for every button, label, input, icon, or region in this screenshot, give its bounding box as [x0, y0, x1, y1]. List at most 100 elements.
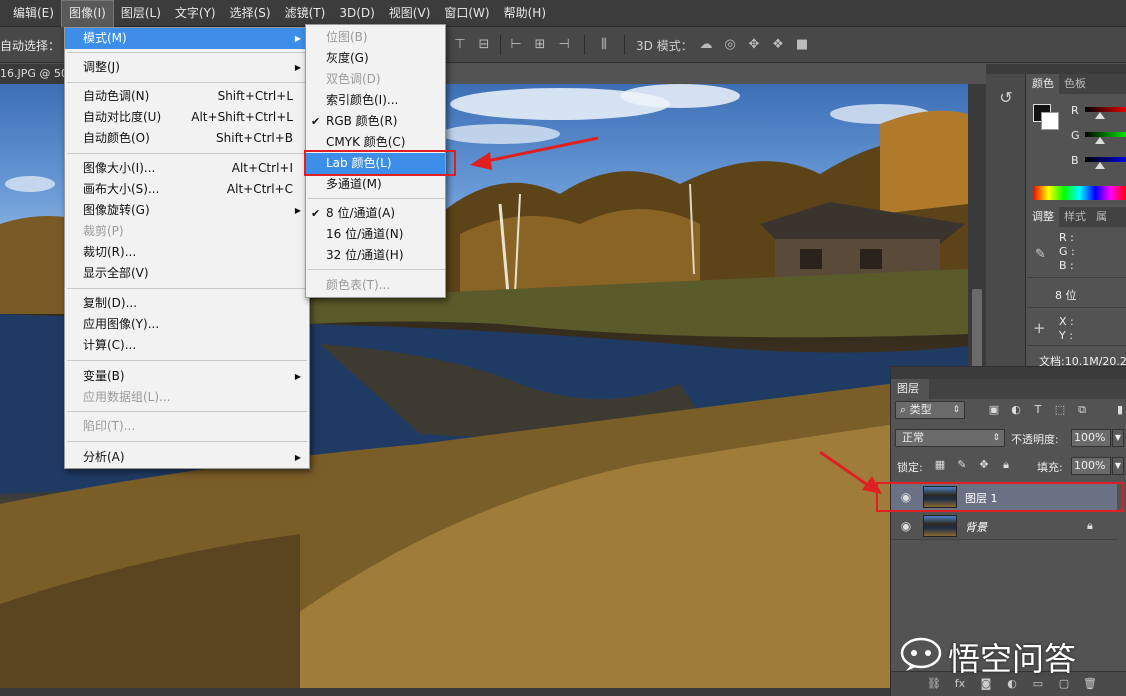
- submenu-arrow-icon: ▶: [294, 63, 301, 72]
- distribute-icon[interactable]: ⫼: [596, 37, 612, 53]
- opacity-label: 不透明度:: [1011, 433, 1059, 446]
- menu-item-image-rotation[interactable]: 图像旋转(G) ▶: [65, 200, 309, 221]
- color-panel: 颜色 色板 R G B: [1027, 74, 1126, 204]
- menu-image[interactable]: 图像(I): [60, 0, 114, 27]
- channel-g-thumb[interactable]: [1095, 137, 1105, 144]
- document-tab[interactable]: 16.JPG @ 50: [0, 64, 64, 84]
- dock-collapse-strip[interactable]: [986, 64, 1126, 74]
- mode-item-indexed-color[interactable]: 索引颜色(I)...: [306, 90, 445, 111]
- roll-3d-icon[interactable]: ◎: [722, 37, 738, 53]
- photoshop-window: 编辑(E) 图像(I) 图层(L) 文字(Y) 选择(S) 滤镜(T) 3D(D…: [0, 0, 1126, 696]
- mode-item-8-bit[interactable]: ✔ 8 位/通道(A): [306, 203, 445, 224]
- align-hcenter-icon[interactable]: ⊞: [532, 37, 548, 53]
- scrollbar-thumb[interactable]: [972, 289, 982, 369]
- slide-3d-icon[interactable]: ❖: [770, 37, 786, 53]
- menu-item-trim[interactable]: 裁切(R)...: [65, 242, 309, 263]
- channel-r-label: R: [1071, 104, 1079, 117]
- menu-item-auto-contrast[interactable]: 自动对比度(U) Alt+Shift+Ctrl+L: [65, 107, 309, 128]
- menu-item-canvas-size[interactable]: 画布大小(S)... Alt+Ctrl+C: [65, 179, 309, 200]
- menu-item-apply-data-set[interactable]: 应用数据组(L)...: [65, 387, 309, 408]
- fill-input[interactable]: 100%: [1071, 457, 1111, 475]
- menu-item-variables[interactable]: 变量(B) ▶: [65, 366, 309, 387]
- align-top-icon[interactable]: ⊤: [452, 37, 468, 53]
- menu-select[interactable]: 选择(S): [223, 0, 278, 27]
- menu-layer[interactable]: 图层(L): [114, 0, 168, 27]
- mode-item-32-bit[interactable]: 32 位/通道(H): [306, 245, 445, 266]
- menu-item-auto-color[interactable]: 自动颜色(O) Shift+Ctrl+B: [65, 128, 309, 149]
- history-icon[interactable]: ↺: [996, 88, 1016, 108]
- mode-item-color-table[interactable]: 颜色表(T)...: [306, 275, 445, 296]
- tab-styles[interactable]: 样式: [1059, 207, 1091, 227]
- menu-item-label: 自动色调(N): [83, 89, 150, 103]
- menu-help[interactable]: 帮助(H): [497, 0, 553, 27]
- menu-item-adjustments[interactable]: 调整(J) ▶: [65, 57, 309, 78]
- layers-collapse-strip[interactable]: [891, 367, 1126, 379]
- lock-position-icon[interactable]: ✥: [977, 458, 991, 472]
- info-bit-depth: 8 位: [1055, 289, 1077, 302]
- tab-adjustments[interactable]: 调整: [1027, 207, 1059, 227]
- mode-item-16-bit[interactable]: 16 位/通道(N): [306, 224, 445, 245]
- channel-g-slider[interactable]: [1085, 132, 1126, 137]
- visibility-eye-icon[interactable]: ◉: [899, 519, 913, 533]
- mode-item-duotone[interactable]: 双色调(D): [306, 69, 445, 90]
- align-vcenter-icon[interactable]: ⊟: [476, 37, 492, 53]
- filter-smart-object-icon[interactable]: ⧉: [1075, 403, 1089, 417]
- lock-transparent-icon[interactable]: ▦: [933, 458, 947, 472]
- pan-3d-icon[interactable]: ✥: [746, 37, 762, 53]
- menu-item-trap[interactable]: 陷印(T)...: [65, 416, 309, 437]
- tab-color[interactable]: 颜色: [1027, 74, 1059, 94]
- opacity-dropdown-icon[interactable]: ▼: [1112, 429, 1124, 447]
- scale-3d-icon[interactable]: ■: [794, 37, 810, 53]
- menu-item-crop[interactable]: 裁剪(P): [65, 221, 309, 242]
- menu-type[interactable]: 文字(Y): [168, 0, 223, 27]
- menu-item-reveal-all[interactable]: 显示全部(V): [65, 263, 309, 284]
- mode-item-multichannel[interactable]: 多通道(M): [306, 174, 445, 195]
- opacity-input[interactable]: 100%: [1071, 429, 1111, 447]
- menu-item-label: 计算(C)...: [83, 338, 137, 352]
- menu-filter[interactable]: 滤镜(T): [278, 0, 333, 27]
- checkmark-icon: ✔: [311, 207, 321, 220]
- orbit-3d-icon[interactable]: ☁: [698, 37, 714, 53]
- trash-icon[interactable]: 🗑︎: [1083, 677, 1097, 691]
- layer-row-background[interactable]: ◉ 背景 🔒︎: [891, 512, 1117, 540]
- fill-dropdown-icon[interactable]: ▼: [1112, 457, 1124, 475]
- filter-shape-icon[interactable]: ⬚: [1053, 403, 1067, 417]
- align-left-icon[interactable]: ⊢: [508, 37, 524, 53]
- menu-item-mode[interactable]: 模式(M) ▶: [65, 28, 309, 49]
- menu-view[interactable]: 视图(V): [382, 0, 438, 27]
- menu-item-apply-image[interactable]: 应用图像(Y)...: [65, 314, 309, 335]
- mode-item-bitmap[interactable]: 位图(B): [306, 27, 445, 48]
- channel-r-thumb[interactable]: [1095, 112, 1105, 119]
- background-color-swatch[interactable]: [1041, 112, 1059, 130]
- tab-properties[interactable]: 属: [1091, 207, 1112, 227]
- menu-window[interactable]: 窗口(W): [437, 0, 496, 27]
- menu-3d[interactable]: 3D(D): [332, 0, 381, 27]
- align-right-icon[interactable]: ⊣: [556, 37, 572, 53]
- menu-item-analysis[interactable]: 分析(A) ▶: [65, 447, 309, 468]
- channel-b-slider[interactable]: [1085, 157, 1126, 162]
- link-layers-icon[interactable]: ⛓: [927, 677, 941, 691]
- layer-filter-select[interactable]: ⌕ 类型 ⇕: [895, 401, 965, 419]
- filter-type-icon[interactable]: T: [1031, 403, 1045, 417]
- color-spectrum-bar[interactable]: [1033, 186, 1126, 200]
- filter-toggle-icon[interactable]: ▮: [1113, 403, 1126, 417]
- filter-adjustment-icon[interactable]: ◐: [1009, 403, 1023, 417]
- menu-item-label: 位图(B): [326, 30, 368, 44]
- blend-mode-select[interactable]: 正常 ⇕: [895, 429, 1005, 447]
- menu-item-auto-tone[interactable]: 自动色调(N) Shift+Ctrl+L: [65, 86, 309, 107]
- channel-b-thumb[interactable]: [1095, 162, 1105, 169]
- menu-item-image-size[interactable]: 图像大小(I)... Alt+Ctrl+I: [65, 158, 309, 179]
- menu-edit[interactable]: 编辑(E): [6, 0, 61, 27]
- lock-image-icon[interactable]: ✎: [955, 458, 969, 472]
- tab-layers[interactable]: 图层: [891, 379, 929, 399]
- mode-item-grayscale[interactable]: 灰度(G): [306, 48, 445, 69]
- mode-item-rgb-color[interactable]: ✔ RGB 颜色(R): [306, 111, 445, 132]
- menu-item-calculations[interactable]: 计算(C)...: [65, 335, 309, 356]
- tab-swatches[interactable]: 色板: [1059, 74, 1091, 94]
- toolbar-separator: [584, 35, 585, 55]
- menu-item-duplicate[interactable]: 复制(D)...: [65, 293, 309, 314]
- lock-all-icon[interactable]: 🔒︎: [999, 458, 1013, 472]
- filter-pixel-icon[interactable]: ▣: [987, 403, 1001, 417]
- menu-separator: [67, 411, 307, 412]
- channel-r-slider[interactable]: [1085, 107, 1126, 112]
